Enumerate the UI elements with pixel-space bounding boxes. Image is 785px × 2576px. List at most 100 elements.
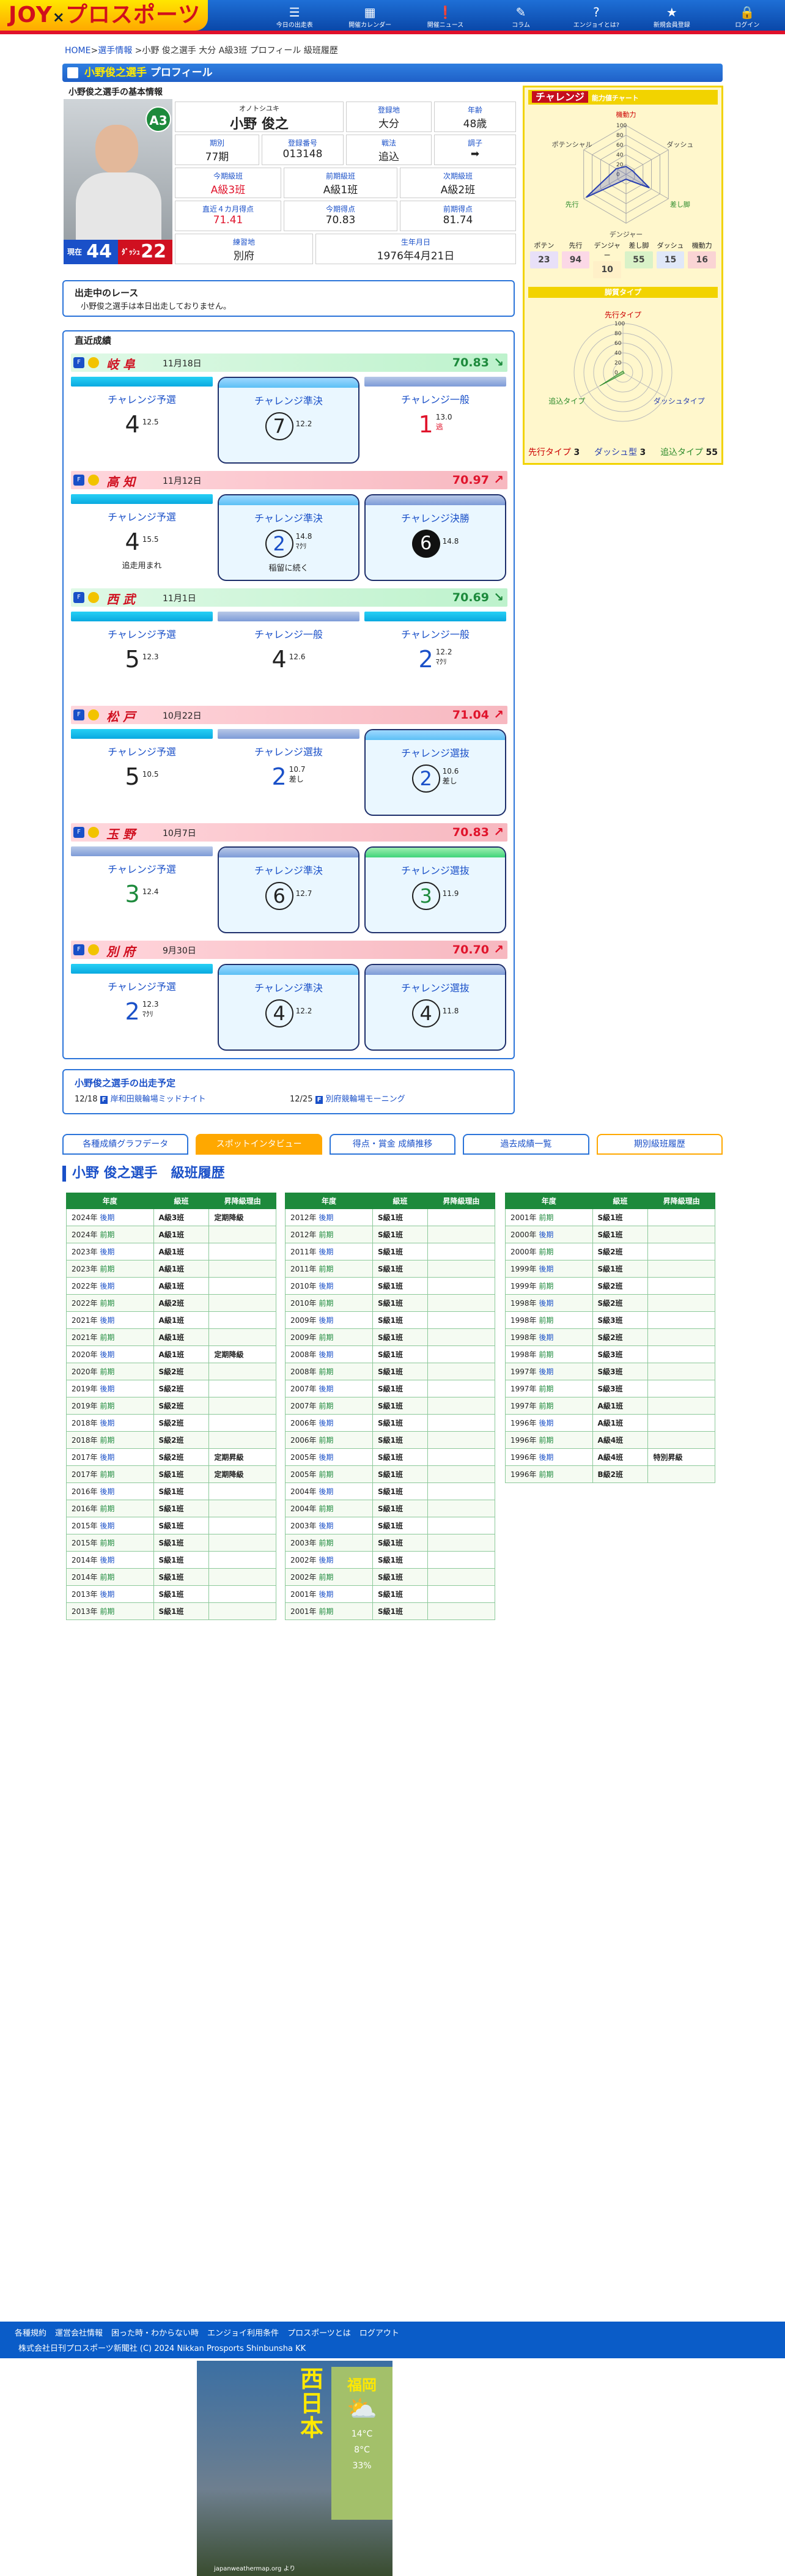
nav-item-1[interactable]: ▦ 開催カレンダー [332, 0, 407, 29]
weather-ad[interactable]: 西日本 福岡 ⛅ 14°C 8°C 33% japanweathermap.org … [197, 2361, 392, 2576]
table-row: 1997年 後期 S級3班 [505, 1363, 715, 1380]
race-card[interactable]: チャレンジ一般 4 12.6 [218, 612, 359, 698]
race-card[interactable]: チャレンジ準決 4 12.2 [218, 964, 359, 1051]
season-cell: 2021年 前期 [66, 1328, 154, 1346]
lap-time: 12.2 [295, 420, 312, 428]
radar-axis-label: ダッシュ [666, 140, 693, 149]
tab-1[interactable]: スポットインタビュー [196, 1134, 322, 1155]
reason-cell [427, 1534, 495, 1552]
class-cell: S級1班 [153, 1534, 210, 1552]
race-card[interactable]: チャレンジ準決 6 12.7 [218, 846, 359, 933]
tab-2[interactable]: 得点・賞金 成績推移 [329, 1134, 456, 1155]
nav-item-0[interactable]: ☰ 今日の出走表 [257, 0, 332, 29]
recent-race[interactable]: F松 戸 10月22日 71.04 ↗ チャレンジ予選 5 10.5 チャレンジ選抜 2 10.7… [71, 706, 507, 820]
nav-item-6[interactable]: 🔒 ログイン [710, 0, 785, 29]
reason-cell: 定期降級 [208, 1465, 276, 1483]
class-cell: S級1班 [153, 1585, 210, 1603]
season-cell: 2001年 後期 [285, 1585, 373, 1603]
race-card[interactable]: チャレンジ選抜 3 11.9 [364, 846, 506, 933]
race-card[interactable]: チャレンジ選抜 4 11.8 [364, 964, 506, 1051]
table-row: 2008年 後期 S級1班 [285, 1345, 495, 1363]
class-cell: S級1班 [153, 1517, 210, 1534]
race-card[interactable]: チャレンジ選抜 2 10.6 差し [364, 729, 506, 816]
season-cell: 2011年 後期 [285, 1243, 373, 1260]
nav-item-5[interactable]: ★ 新規会員登録 [634, 0, 709, 29]
footer-link[interactable]: 運営会社情報 [55, 2329, 103, 2338]
race-header: F 玉 野 10月7日 70.83 ↗ [71, 823, 507, 842]
race-date: 10月7日 [163, 829, 196, 838]
class-cell: S級2班 [153, 1397, 210, 1415]
info-cell: 今期級班 A級3班 [175, 168, 281, 198]
recent-race[interactable]: F西 武 11月1日 70.69 ↘ チャレンジ予選 5 12.3 チャレンジ一般 4 12.6 チ… [71, 588, 507, 702]
schedule-item[interactable]: 12/18 F 岸和田競輪場ミッドナイト [75, 1092, 206, 1104]
trend-arrow-icon: ↗ [493, 942, 504, 957]
class-cell: S級2班 [592, 1277, 649, 1295]
info-cell: 今期得点 70.83 [284, 201, 397, 231]
race-header: F 別 府 9月30日 70.70 ↗ [71, 941, 507, 959]
lap-time: 12.4 [142, 887, 159, 896]
footer-link[interactable]: ログアウト [359, 2329, 399, 2338]
table-row: 2003年 後期 S級1班 [285, 1517, 495, 1534]
race-card[interactable]: チャレンジ予選 4 15.5 追走用まれ [71, 494, 213, 581]
table-row: 2023年 後期 A級1班 [66, 1243, 276, 1260]
season-cell: 2018年 前期 [66, 1431, 154, 1449]
breadcrumb-home[interactable]: HOME [65, 46, 90, 56]
type-values: 先行タイプ 3 ダッシュ型 3 追込タイプ 55 [528, 446, 718, 458]
race-card[interactable]: チャレンジ選抜 2 10.7 差し [218, 729, 359, 816]
weather-box: 福岡 ⛅ 14°C 8°C 33% [331, 2367, 392, 2520]
schedule-item[interactable]: 12/25 F 別府競輪場モーニング [290, 1092, 405, 1104]
race-card[interactable]: チャレンジ一般 1 13.0 逃 [364, 377, 506, 464]
reason-cell: 定期降級 [208, 1345, 276, 1363]
race-card[interactable]: チャレンジ予選 2 12.3 ﾏｸﾘ [71, 964, 213, 1051]
info-cell: 前期級班 A級1班 [284, 168, 397, 198]
race-card[interactable]: チャレンジ準決 2 14.8 ﾏｸﾘ 稲留に続く [218, 494, 359, 581]
lap-time: 12.3 [142, 999, 159, 1009]
race-card[interactable]: チャレンジ決勝 6 14.8 [364, 494, 506, 581]
race-card[interactable]: チャレンジ予選 5 10.5 [71, 729, 213, 816]
site-logo[interactable]: JOY×プロスポーツ [0, 0, 208, 31]
site-header: JOY×プロスポーツ ☰ 今日の出走表 ▦ 開催カレンダー ❗ 開催ニュース ✎ コラム? エン… [0, 0, 785, 34]
table-row: 2021年 後期 A級1班 [66, 1311, 276, 1329]
race-card[interactable]: チャレンジ一般 2 12.2 ﾏｸﾘ [364, 612, 506, 698]
table-row: 2020年 後期 A級1班 定期降級 [66, 1345, 276, 1363]
recent-race[interactable]: F玉 野 10月7日 70.83 ↗ チャレンジ予選 3 12.4 チャレンジ準決 6 12.7 チ… [71, 823, 507, 937]
nav-item-2[interactable]: ❗ 開催ニュース [408, 0, 483, 29]
card-cap [71, 964, 213, 974]
recent-race[interactable]: F 高 知 11月12日 70.97 ↗ チャレンジ予選 4 15.5 追走用まれ チャレンジ準決… [71, 471, 507, 585]
footer-link[interactable]: 困った時・わからない時 [111, 2329, 199, 2338]
race-card[interactable]: チャレンジ予選 4 12.5 [71, 377, 213, 464]
footer-link[interactable]: プロスポーツとは [287, 2329, 351, 2338]
recent-race[interactable]: F 岐 阜 11月18日 70.83 ↘ チャレンジ予選 4 12.5 チャレンジ準決 7 12.2… [71, 353, 507, 467]
reason-cell [208, 1363, 276, 1380]
race-card[interactable]: チャレンジ予選 3 12.4 [71, 846, 213, 933]
radar-axis-label: 差し脚 [670, 200, 690, 209]
class-cell: S級1班 [372, 1311, 429, 1329]
table-row: 2019年 後期 S級2班 [66, 1380, 276, 1397]
season-cell: 2010年 前期 [285, 1294, 373, 1312]
card-cap [366, 965, 505, 975]
race-name: チャレンジ予選 [108, 746, 176, 758]
race-card[interactable]: チャレンジ予選 5 12.3 [71, 612, 213, 698]
nav-item-4[interactable]: ? エンジョイとは? [559, 0, 634, 29]
breadcrumb-players[interactable]: 選手情報 [98, 46, 132, 56]
race-card[interactable]: チャレンジ準決 7 12.2 [218, 377, 359, 464]
tab-0[interactable]: 各種成績グラフデータ [62, 1134, 189, 1155]
table-row: 2016年 前期 S級1班 [66, 1500, 276, 1517]
class-cell: S級1班 [372, 1465, 429, 1483]
tab-3[interactable]: 過去成績一覧 [463, 1134, 589, 1155]
recent-race[interactable]: F別 府 9月30日 70.70 ↗ チャレンジ予選 2 12.3 ﾏｸﾘ チャレンジ準決 4 12… [71, 941, 507, 1054]
race-date: 11月1日 [163, 594, 196, 604]
lap-time: 11.8 [442, 1007, 459, 1015]
class-cell: S級1班 [372, 1345, 429, 1363]
reason-cell [427, 1311, 495, 1329]
nav-item-3[interactable]: ✎ コラム [483, 0, 558, 29]
table-row: 2000年 前期 S級2班 [505, 1243, 715, 1260]
tab-4[interactable]: 期別級班履歴 [596, 1134, 723, 1155]
season-cell: 2008年 前期 [285, 1363, 373, 1380]
lock-icon: 🔒 [739, 5, 755, 20]
footer-link[interactable]: エンジョイ利用条件 [207, 2329, 279, 2338]
type-axis-label: 先行タイプ [605, 311, 641, 319]
footer-link[interactable]: 各種規約 [15, 2329, 46, 2338]
class-cell: A級1班 [153, 1328, 210, 1346]
season-cell: 2009年 後期 [285, 1311, 373, 1329]
